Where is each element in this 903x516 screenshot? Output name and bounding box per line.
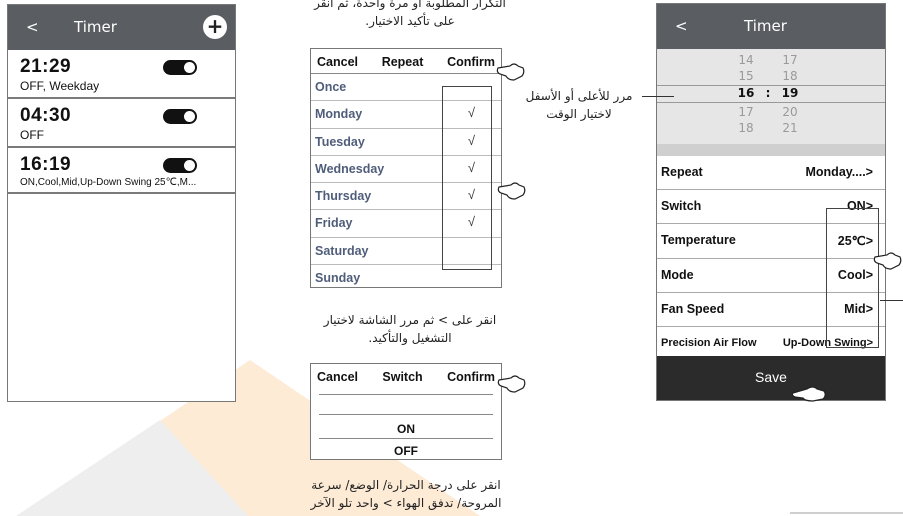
cancel-button[interactable]: Cancel: [317, 370, 358, 384]
hand-pointer-icon: [496, 63, 525, 81]
picker-line: [657, 102, 885, 103]
day-label: Once: [315, 80, 347, 94]
timer-edit-header: < Timer: [657, 4, 885, 49]
hand-pointer-icon: [497, 375, 526, 393]
minute-option[interactable]: 20: [778, 105, 802, 119]
day-label: Tuesday: [315, 134, 365, 149]
day-label: Sunday: [315, 271, 361, 286]
timer-item[interactable]: 04:30 OFF: [8, 99, 235, 148]
caption-line: انقر على > ثم مرر الشاشة لاختيار: [323, 313, 497, 327]
hour-option[interactable]: 18: [734, 121, 758, 135]
value-highlight-box: [826, 208, 879, 348]
caption-switch: انقر على > ثم مرر الشاشة لاختيار التشغيل…: [290, 311, 530, 347]
setting-label: Mode: [661, 267, 694, 282]
timer-toggle[interactable]: [163, 158, 197, 173]
timer-item[interactable]: 16:19 ON,Cool,Mid,Up-Down Swing 25℃,M...: [8, 148, 235, 194]
selection-highlight-box: [442, 86, 492, 270]
dialog-title: Switch: [382, 370, 423, 384]
timer-item[interactable]: 21:29 OFF, Weekday: [8, 50, 235, 99]
switch-dialog-header: Cancel Switch Confirm: [311, 364, 501, 388]
caption-line: التكرار المطلوبة أو مرة واحدة، ثم انقر: [314, 0, 506, 10]
setting-label: Precision Air Flow: [661, 336, 757, 349]
hour-option[interactable]: 15: [734, 69, 758, 83]
caption-settings: انقر على درجة الحرارة/ الوضع/ سرعة المرو…: [286, 476, 526, 512]
setting-label: Fan Speed: [661, 301, 725, 316]
minute-option[interactable]: 17: [778, 53, 802, 67]
dialog-title: Repeat: [381, 55, 424, 69]
setting-label: Repeat: [661, 165, 703, 179]
divider: [319, 414, 493, 415]
caption-repeat: التكرار المطلوبة أو مرة واحدة، ثم انقر ع…: [290, 0, 530, 30]
caption-scroll: مرر للأعلى أو الأسفل لاختيار الوقت: [514, 87, 644, 123]
hour-option[interactable]: 14: [734, 53, 758, 67]
save-label: Save: [755, 369, 787, 385]
timer-list-screen: < Timer + 21:29 OFF, Weekday 04:30 OFF 1…: [7, 4, 236, 402]
background-divider: [790, 512, 903, 514]
divider: [319, 438, 493, 439]
background-gray-shape: [0, 420, 270, 516]
day-label: Saturday: [315, 243, 369, 258]
day-label: Monday: [315, 107, 363, 122]
hour-selected[interactable]: 16: [734, 86, 758, 100]
setting-label: Switch: [661, 199, 702, 214]
timer-description: OFF, Weekday: [20, 79, 100, 93]
confirm-button[interactable]: Confirm: [447, 370, 495, 384]
hand-pointer-icon: [873, 252, 902, 270]
setting-label: Temperature: [661, 233, 736, 248]
time-picker-wheel[interactable]: 14 17 15 18 16:19 17 20 18 21: [657, 49, 885, 144]
repeat-dialog-header: Cancel Repeat Confirm: [311, 49, 501, 74]
save-button[interactable]: Save: [657, 356, 885, 400]
minute-selected[interactable]: 19: [778, 86, 802, 100]
timer-toggle[interactable]: [163, 60, 197, 75]
switch-option-off[interactable]: OFF: [311, 444, 501, 458]
cancel-button[interactable]: Cancel: [317, 55, 358, 69]
caption-line: انقر على درجة الحرارة/ الوضع/ سرعة: [311, 478, 501, 492]
caption-line: على تأكيد الاختيار.: [365, 14, 455, 28]
confirm-button[interactable]: Confirm: [447, 55, 495, 69]
divider: [319, 394, 493, 395]
timer-description: ON,Cool,Mid,Up-Down Swing 25℃,M...: [20, 177, 197, 188]
minute-option[interactable]: 21: [778, 121, 802, 135]
hand-pointer-icon: [791, 386, 826, 402]
setting-value: Monday....>: [805, 165, 874, 179]
minute-option[interactable]: 18: [778, 69, 802, 83]
setting-repeat[interactable]: Repeat Monday....>: [657, 156, 885, 191]
switch-dialog: Cancel Switch Confirm ON OFF: [310, 363, 502, 460]
caption-line: التشغيل والتأكيد.: [368, 331, 452, 345]
page-title: Timer: [744, 17, 787, 35]
caption-line: المروحة/ تدفق الهواء > واحد تلو الآخر: [310, 496, 502, 510]
hand-pointer-icon: [497, 182, 526, 200]
day-label: Friday: [315, 216, 353, 231]
pointer-line: [642, 96, 674, 97]
day-label: Wednesday: [315, 161, 385, 176]
day-label: Thursday: [315, 189, 372, 204]
hour-option[interactable]: 17: [734, 105, 758, 119]
back-button[interactable]: <: [26, 18, 39, 36]
timer-toggle[interactable]: [163, 109, 197, 124]
page-title: Timer: [74, 18, 117, 36]
caption-line: مرر للأعلى أو الأسفل: [525, 89, 633, 103]
timer-description: OFF: [20, 128, 44, 142]
back-button[interactable]: <: [675, 17, 688, 35]
section-divider: [657, 144, 885, 156]
add-timer-button[interactable]: +: [203, 15, 227, 39]
switch-option-on[interactable]: ON: [311, 422, 501, 436]
timer-list-header: < Timer +: [8, 5, 235, 50]
pointer-line: [880, 300, 903, 301]
time-separator: :: [765, 86, 771, 100]
caption-line: لاختيار الوقت: [546, 107, 612, 121]
